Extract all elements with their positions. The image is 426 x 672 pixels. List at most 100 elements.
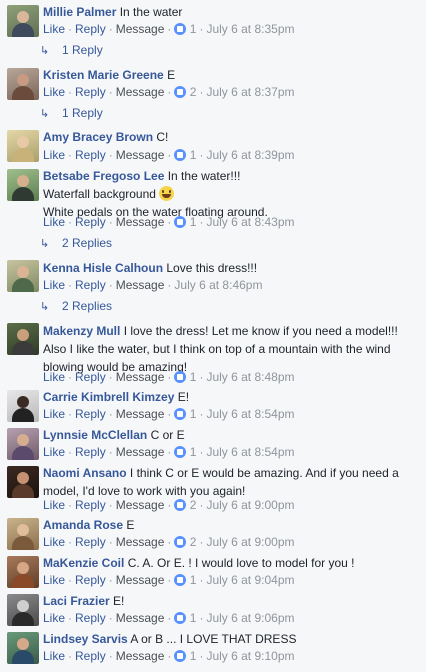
message-button[interactable]: Message	[116, 278, 165, 292]
comment-actions: Like · Reply · Message · 1 · July 6 at 9:04pm	[43, 573, 295, 587]
reply-button[interactable]: Reply	[75, 370, 106, 384]
like-count-icon[interactable]	[174, 536, 187, 548]
avatar[interactable]	[7, 632, 39, 664]
avatar[interactable]	[7, 260, 39, 292]
view-replies-link[interactable]: ↳ 1 Reply	[40, 104, 103, 122]
reply-button[interactable]: Reply	[75, 215, 106, 229]
like-count-icon[interactable]	[174, 86, 187, 98]
commenter-name[interactable]: Amy Bracey Brown	[43, 130, 153, 144]
timestamp[interactable]: July 6 at 9:04pm	[206, 573, 294, 587]
timestamp[interactable]: July 6 at 8:37pm	[206, 85, 294, 99]
view-replies-link[interactable]: ↳ 2 Replies	[40, 234, 112, 252]
avatar[interactable]	[7, 323, 39, 355]
like-count-icon[interactable]	[174, 371, 187, 383]
like-button[interactable]: Like	[43, 215, 65, 229]
commenter-name[interactable]: MaKenzie Coil	[43, 556, 124, 570]
avatar[interactable]	[7, 68, 39, 100]
message-button[interactable]: Message	[116, 370, 165, 384]
like-button[interactable]: Like	[43, 498, 65, 512]
like-button[interactable]: Like	[43, 148, 65, 162]
avatar[interactable]	[7, 466, 39, 498]
avatar[interactable]	[7, 130, 39, 162]
like-count-icon[interactable]	[174, 408, 187, 420]
message-button[interactable]: Message	[116, 611, 165, 625]
view-replies-link[interactable]: ↳ 2 Replies	[40, 297, 112, 315]
avatar[interactable]	[7, 5, 39, 37]
commenter-name[interactable]: Laci Frazier	[43, 594, 110, 608]
reply-button[interactable]: Reply	[75, 85, 106, 99]
message-button[interactable]: Message	[116, 85, 165, 99]
like-count-icon[interactable]	[174, 216, 187, 228]
commenter-name[interactable]: Naomi Ansano	[43, 466, 127, 480]
like-count-icon[interactable]	[174, 499, 187, 511]
view-replies-link[interactable]: ↳ 1 Reply	[40, 41, 103, 59]
commenter-name[interactable]: Betsabe Fregoso Lee	[43, 169, 164, 183]
like-button[interactable]: Like	[43, 445, 65, 459]
timestamp[interactable]: July 6 at 8:39pm	[206, 148, 294, 162]
avatar[interactable]	[7, 390, 39, 422]
timestamp[interactable]: July 6 at 8:46pm	[174, 278, 262, 292]
message-button[interactable]: Message	[116, 148, 165, 162]
commenter-name[interactable]: Lynnsie McClellan	[43, 428, 147, 442]
timestamp[interactable]: July 6 at 8:54pm	[206, 407, 294, 421]
reply-button[interactable]: Reply	[75, 498, 106, 512]
reply-button[interactable]: Reply	[75, 22, 106, 36]
message-button[interactable]: Message	[116, 535, 165, 549]
commenter-name[interactable]: Amanda Rose	[43, 518, 123, 532]
like-button[interactable]: Like	[43, 407, 65, 421]
like-button[interactable]: Like	[43, 649, 65, 663]
reply-button[interactable]: Reply	[75, 535, 106, 549]
comment-text: In the water!!!	[167, 169, 241, 183]
timestamp[interactable]: July 6 at 9:10pm	[206, 649, 294, 663]
reply-button[interactable]: Reply	[75, 278, 106, 292]
message-button[interactable]: Message	[116, 498, 165, 512]
avatar[interactable]	[7, 428, 39, 460]
timestamp[interactable]: July 6 at 8:54pm	[206, 445, 294, 459]
commenter-name[interactable]: Makenzy Mull	[43, 324, 120, 338]
reply-button[interactable]: Reply	[75, 649, 106, 663]
comment-actions: Like · Reply · Message · 1 · July 6 at 8:43pm	[43, 215, 295, 229]
commenter-name[interactable]: Lindsey Sarvis	[43, 632, 128, 646]
comment-actions: Like · Reply · Message · 1 · July 6 at 8:48pm	[43, 370, 295, 384]
like-count-icon[interactable]	[174, 612, 187, 624]
timestamp[interactable]: July 6 at 9:00pm	[206, 535, 294, 549]
like-count-icon[interactable]	[174, 149, 187, 161]
avatar[interactable]	[7, 556, 39, 588]
like-button[interactable]: Like	[43, 85, 65, 99]
like-button[interactable]: Like	[43, 370, 65, 384]
timestamp[interactable]: July 6 at 9:00pm	[206, 498, 294, 512]
like-count-icon[interactable]	[174, 574, 187, 586]
reply-button[interactable]: Reply	[75, 573, 106, 587]
timestamp[interactable]: July 6 at 9:06pm	[206, 611, 294, 625]
like-button[interactable]: Like	[43, 573, 65, 587]
like-button[interactable]: Like	[43, 278, 65, 292]
like-count-icon[interactable]	[174, 650, 187, 662]
message-button[interactable]: Message	[116, 215, 165, 229]
reply-button[interactable]: Reply	[75, 445, 106, 459]
reply-button[interactable]: Reply	[75, 611, 106, 625]
commenter-name[interactable]: Carrie Kimbrell Kimzey	[43, 390, 174, 404]
message-button[interactable]: Message	[116, 22, 165, 36]
grinning-face-icon	[159, 186, 175, 201]
like-count-icon[interactable]	[174, 23, 187, 35]
reply-arrow-icon: ↳	[40, 238, 50, 250]
avatar[interactable]	[7, 169, 39, 201]
timestamp[interactable]: July 6 at 8:48pm	[206, 370, 294, 384]
avatar[interactable]	[7, 594, 39, 626]
commenter-name[interactable]: Millie Palmer	[43, 5, 116, 19]
timestamp[interactable]: July 6 at 8:35pm	[206, 22, 294, 36]
like-count-icon[interactable]	[174, 446, 187, 458]
reply-button[interactable]: Reply	[75, 148, 106, 162]
like-button[interactable]: Like	[43, 535, 65, 549]
avatar[interactable]	[7, 518, 39, 550]
like-button[interactable]: Like	[43, 22, 65, 36]
commenter-name[interactable]: Kenna Hisle Calhoun	[43, 261, 163, 275]
message-button[interactable]: Message	[116, 445, 165, 459]
message-button[interactable]: Message	[116, 649, 165, 663]
message-button[interactable]: Message	[116, 407, 165, 421]
like-button[interactable]: Like	[43, 611, 65, 625]
commenter-name[interactable]: Kristen Marie Greene	[43, 68, 164, 82]
message-button[interactable]: Message	[116, 573, 165, 587]
timestamp[interactable]: July 6 at 8:43pm	[206, 215, 294, 229]
reply-button[interactable]: Reply	[75, 407, 106, 421]
